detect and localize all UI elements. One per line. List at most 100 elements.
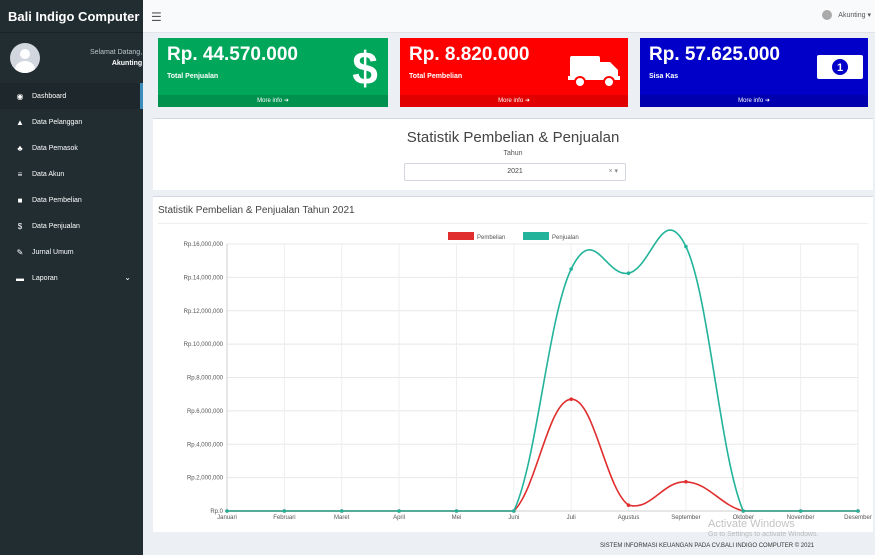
- sisa-kas-box: Rp. 57.625.000 Sisa Kas 1 More info ➜: [640, 38, 868, 107]
- svg-text:1: 1: [837, 62, 843, 74]
- y-tick-label: Rp.16,000,000: [184, 242, 224, 248]
- x-tick-label: Januari: [217, 515, 237, 521]
- chevron-down-icon: ⌄: [124, 273, 131, 282]
- truck-icon: [568, 56, 620, 88]
- y-tick-label: Rp.2,000,000: [187, 476, 224, 482]
- penjualan-point: [512, 509, 516, 513]
- box-amount: Rp. 8.820.000: [409, 44, 530, 65]
- penjualan-point: [856, 509, 860, 513]
- sidebar-item-label: Data Pelanggan: [32, 118, 83, 126]
- x-tick-label: September: [671, 515, 700, 521]
- legend-swatch: [448, 232, 474, 240]
- svg-text:$: $: [352, 46, 378, 90]
- dollar-icon: $: [17, 221, 23, 231]
- more-info-link[interactable]: More info ➜: [640, 95, 868, 107]
- file-icon: ▬: [16, 273, 24, 283]
- sidebar-menu: ◉ Dashboard ▲ Data Pelanggan ♣ Data Pemasok ≡ D…: [0, 83, 143, 291]
- legend-swatch: [523, 232, 549, 240]
- divider: [158, 223, 868, 224]
- legend-label: Pembelian: [477, 235, 505, 241]
- y-tick-label: Rp.10,000,000: [184, 342, 224, 348]
- box-label: Total Penjualan: [167, 73, 219, 80]
- stats-title: Statistik Pembelian & Penjualan: [406, 129, 620, 146]
- sidebar: Bali Indigo Computer Selamat Datang, Aku…: [0, 0, 143, 555]
- line-chart: Rp.0Rp.2,000,000Rp.4,000,000Rp.6,000,000…: [184, 229, 872, 521]
- more-info-link[interactable]: More info ➜: [158, 95, 388, 107]
- sidebar-item-label: Data Pemasok: [32, 144, 78, 152]
- avatar: [10, 43, 40, 73]
- penjualan-point: [397, 509, 401, 513]
- sidebar-item-data-akun[interactable]: ≡ Data Akun: [0, 161, 143, 187]
- dollar-icon: $: [352, 46, 378, 90]
- pembelian-line: [227, 398, 858, 512]
- penjualan-point: [684, 244, 688, 249]
- topbar: ☰ Akunting ▾: [143, 0, 875, 33]
- user-info: Selamat Datang, Akunting: [90, 47, 142, 69]
- penjualan-point: [225, 509, 229, 513]
- box-amount: Rp. 44.570.000: [167, 44, 298, 65]
- sidebar-item-laporan[interactable]: ▬ Laporan ⌄: [0, 265, 143, 291]
- year-select[interactable]: 2021 × ▾: [404, 163, 626, 181]
- stats-filter-panel: Statistik Pembelian & Penjualan Tahun 20…: [153, 118, 873, 190]
- user-icon: ▲: [16, 117, 24, 127]
- dashboard-icon: ◉: [16, 91, 24, 101]
- x-tick-label: Desember: [844, 515, 872, 521]
- sidebar-item-label: Jurnal Umum: [32, 248, 74, 256]
- penjualan-line: [227, 229, 858, 512]
- greeting-text: Selamat Datang,: [90, 49, 143, 56]
- pembelian-point: [684, 479, 688, 484]
- chart-panel: Statistik Pembelian & Penjualan Tahun 20…: [153, 196, 873, 532]
- penjualan-point: [454, 509, 459, 513]
- penjualan-point: [626, 271, 631, 276]
- y-tick-label: Rp.8,000,000: [187, 376, 224, 382]
- sidebar-item-jurnal-umum[interactable]: ✎ Jurnal Umum: [0, 239, 143, 265]
- sidebar-item-label: Data Akun: [32, 170, 65, 178]
- year-label: Tahun: [503, 150, 523, 157]
- box-label: Total Pembelian: [409, 73, 463, 80]
- box-amount: Rp. 57.625.000: [649, 44, 780, 65]
- year-value: 2021: [507, 168, 523, 175]
- x-tick-label: Agustus: [618, 515, 640, 521]
- sidebar-item-label: Laporan: [32, 274, 58, 282]
- watermark-line-1: Activate Windows: [708, 518, 795, 530]
- top-user-menu[interactable]: Akunting ▾: [822, 10, 871, 20]
- pembelian-point: [569, 397, 573, 401]
- sidebar-item-dashboard[interactable]: ◉ Dashboard: [0, 83, 143, 109]
- top-user-name: Akunting: [838, 11, 866, 19]
- penjualan-point: [282, 509, 287, 513]
- x-tick-label: Juni: [508, 515, 519, 521]
- x-tick-label: Maret: [334, 515, 350, 521]
- caret-down-icon: ▾: [865, 12, 871, 19]
- sidebar-item-data-pembelian[interactable]: ■ Data Pembelian: [0, 187, 143, 213]
- sidebar-item-data-pelanggan[interactable]: ▲ Data Pelanggan: [0, 109, 143, 135]
- brand-title[interactable]: Bali Indigo Computer: [0, 0, 143, 33]
- hamburger-menu-icon[interactable]: ☰: [151, 10, 162, 24]
- money-icon: 1: [817, 55, 863, 79]
- users-icon: ♣: [17, 143, 23, 153]
- list-icon: ≡: [17, 169, 23, 179]
- x-tick-label: April: [393, 515, 405, 521]
- y-tick-label: Rp.4,000,000: [187, 442, 224, 448]
- user-icon: [822, 10, 833, 20]
- edit-icon: ✎: [16, 247, 24, 257]
- legend-label: Penjualan: [552, 235, 579, 241]
- sidebar-item-data-penjualan[interactable]: $ Data Penjualan: [0, 213, 143, 239]
- sidebar-item-label: Data Pembelian: [32, 196, 82, 204]
- penjualan-point: [569, 267, 573, 271]
- x-tick-label: Februari: [273, 515, 295, 521]
- x-tick-label: Mei: [452, 515, 462, 521]
- user-name: Akunting: [111, 60, 143, 67]
- x-tick-label: Juli: [567, 515, 576, 521]
- footer-text: SISTEM INFORMASI KEUANGAN PADA CV.BALI I…: [600, 543, 815, 549]
- sidebar-item-data-pemasok[interactable]: ♣ Data Pemasok: [0, 135, 143, 161]
- penjualan-point: [798, 509, 803, 513]
- total-pembelian-box: Rp. 8.820.000 Total Pembelian More info …: [400, 38, 628, 107]
- penjualan-point: [339, 509, 344, 513]
- penjualan-point: [741, 509, 746, 513]
- pembelian-point: [626, 503, 631, 507]
- more-info-link[interactable]: More info ➜: [400, 95, 628, 107]
- watermark-line-2: Go to Settings to activate Windows.: [708, 531, 819, 538]
- box-label: Sisa Kas: [649, 73, 679, 80]
- select-clear-dropdown[interactable]: × ▾: [608, 164, 618, 180]
- sidebar-item-label: Dashboard: [32, 92, 67, 100]
